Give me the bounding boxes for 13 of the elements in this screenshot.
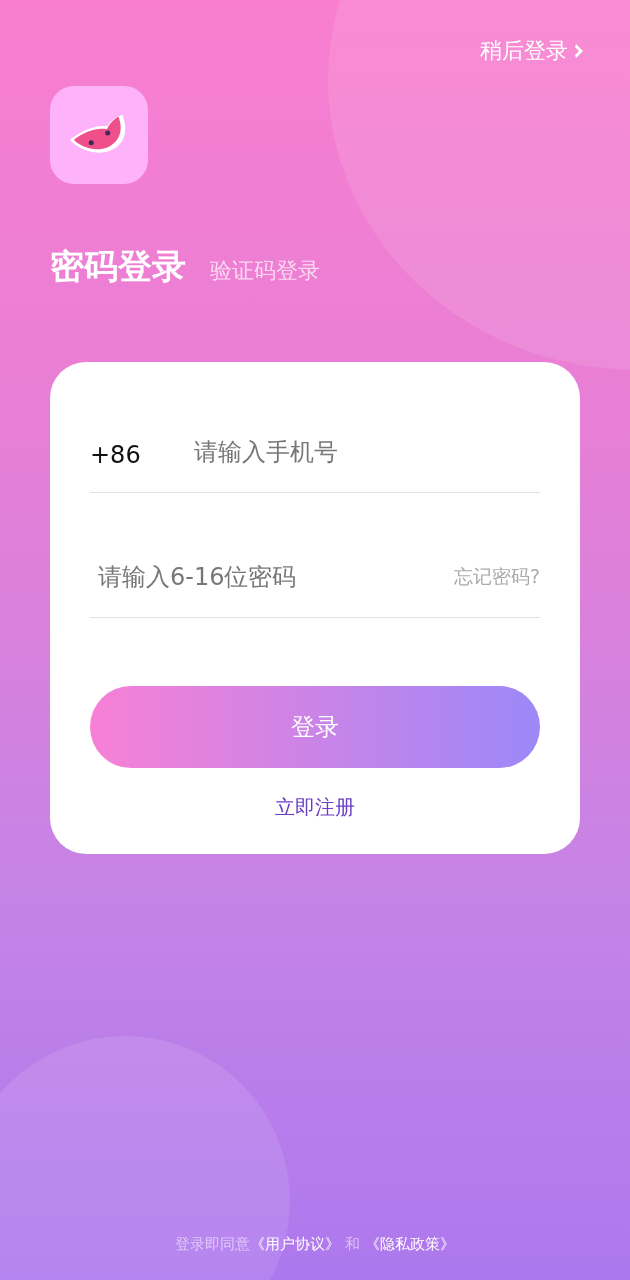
skip-login-link[interactable]: 稍后登录 <box>480 36 584 66</box>
register-link[interactable]: 立即注册 <box>275 794 355 821</box>
chevron-right-icon <box>574 43 584 59</box>
privacy-policy-link[interactable]: 《隐私政策》 <box>364 1235 455 1253</box>
phone-input-field[interactable]: 请输入手机号 <box>194 438 540 466</box>
country-code[interactable]: +86 <box>90 435 194 469</box>
agreement-text: 登录即同意《用户协议》 和 《隐私政策》 <box>175 1235 455 1254</box>
user-agreement-link[interactable]: 《用户协议》 <box>250 1235 341 1253</box>
forgot-password-link[interactable]: 忘记密码? <box>453 564 540 590</box>
password-input-field[interactable]: 请输入6-16位密码 <box>90 563 454 591</box>
login-button[interactable]: 登录 <box>90 686 540 768</box>
login-tab[interactable]: 密码登录 <box>50 244 186 290</box>
login-tab[interactable]: 验证码登录 <box>210 256 320 286</box>
